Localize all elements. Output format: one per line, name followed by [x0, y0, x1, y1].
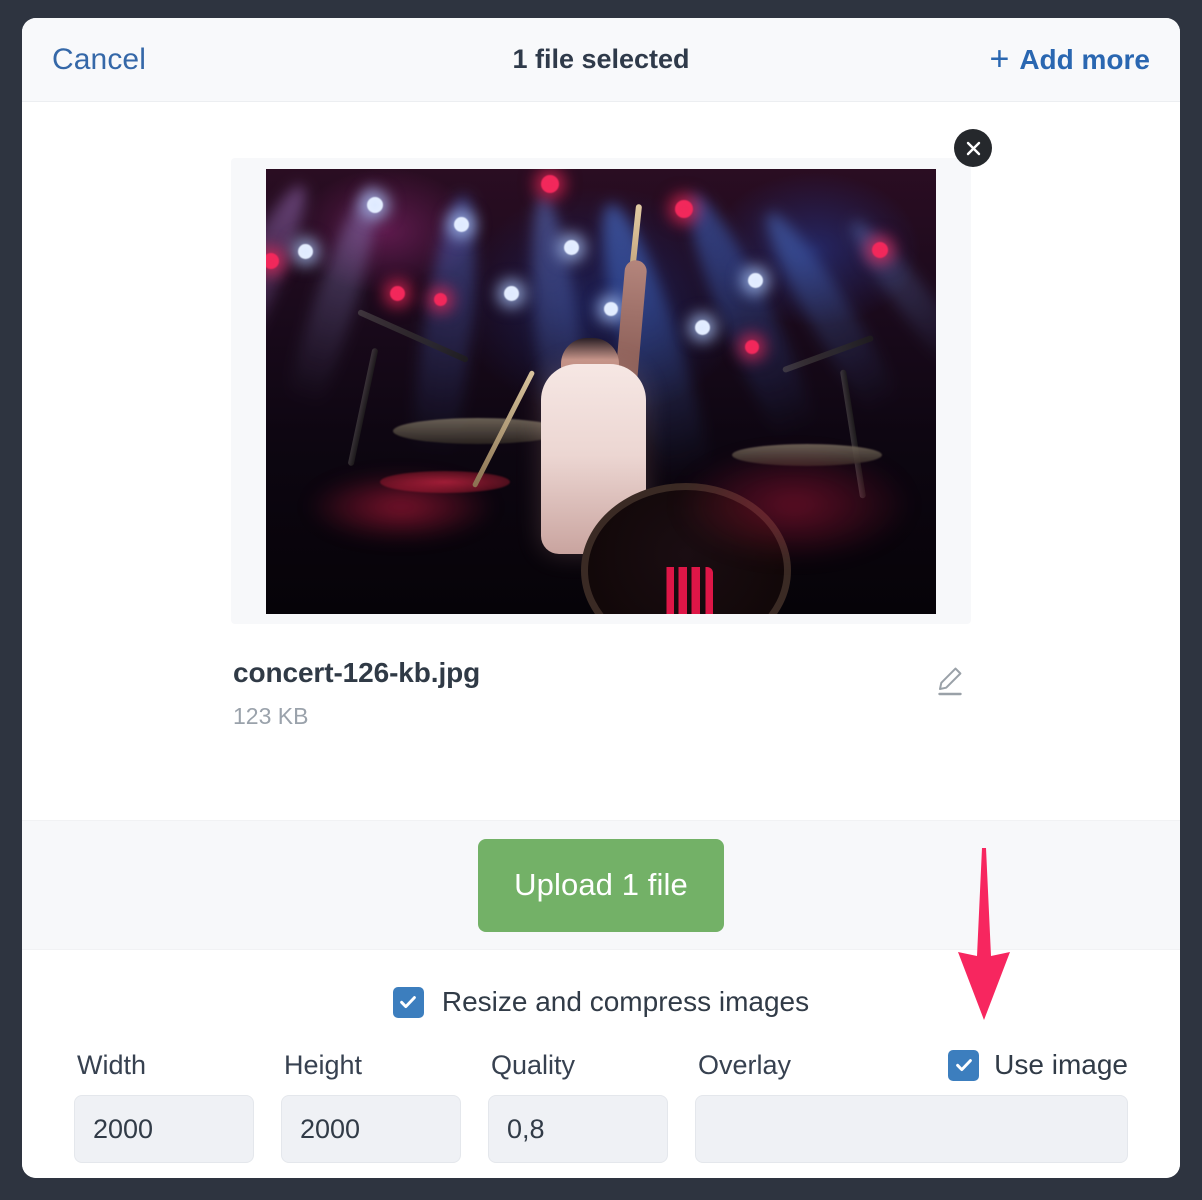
resize-and-compress-label: Resize and compress images — [441, 986, 810, 1017]
file-preview-image[interactable] — [266, 168, 936, 614]
file-name: concert-126-kb.jpg — [233, 657, 481, 688]
file-text-block: concert-126-kb.jpg 123 KB — [233, 657, 931, 730]
overlay-input[interactable] — [695, 1095, 1128, 1163]
use-image-label: Use image — [994, 1049, 1128, 1080]
height-input[interactable] — [281, 1095, 461, 1163]
stage-photo — [266, 168, 936, 614]
modal-header: Cancel 1 file selected + Add more — [22, 18, 1180, 102]
checkmark-icon — [955, 1059, 972, 1072]
close-icon — [966, 141, 980, 155]
width-input[interactable] — [74, 1095, 254, 1163]
file-metadata: concert-126-kb.jpg 123 KB — [231, 624, 971, 730]
pencil-edit-icon — [938, 667, 962, 696]
use-image-checkbox[interactable] — [948, 1049, 980, 1081]
width-label: Width — [77, 1050, 147, 1080]
add-more-button[interactable]: + Add more — [989, 39, 1150, 78]
file-size: 123 KB — [233, 703, 309, 729]
use-image-option: Use image — [948, 1049, 1128, 1081]
plus-icon: + — [989, 39, 1010, 78]
add-more-label: Add more — [1019, 43, 1150, 75]
overlay-field-group: Overlay Use image — [695, 1049, 1128, 1163]
overlay-label-row: Overlay Use image — [695, 1049, 1128, 1081]
quality-label: Quality — [491, 1050, 576, 1080]
remove-file-button[interactable] — [954, 129, 992, 167]
upload-button[interactable]: Upload 1 file — [478, 838, 724, 932]
file-thumbnail-container — [231, 129, 992, 624]
checkmark-icon — [400, 996, 417, 1009]
width-field-group: Width — [74, 1050, 254, 1163]
resize-and-compress-checkbox[interactable] — [392, 986, 424, 1018]
height-label: Height — [284, 1050, 363, 1080]
overlay-label: Overlay — [698, 1049, 792, 1080]
upload-action-bar: Upload 1 file — [22, 820, 1180, 950]
file-list: concert-126-kb.jpg 123 KB — [22, 102, 1180, 820]
quality-field-group: Quality — [488, 1050, 668, 1163]
height-field-group: Height — [281, 1050, 461, 1163]
cancel-button[interactable]: Cancel — [52, 43, 146, 77]
edit-file-button[interactable] — [931, 661, 969, 704]
file-upload-modal: Cancel 1 file selected + Add more concer… — [22, 18, 1180, 1178]
quality-input[interactable] — [488, 1095, 668, 1163]
screen-root: Cancel 1 file selected + Add more concer… — [0, 0, 1202, 1200]
image-settings-fields: Width Height Quality Overlay — [22, 1018, 1180, 1163]
resize-option-row: Resize and compress images — [22, 986, 1180, 1018]
file-item: concert-126-kb.jpg 123 KB — [231, 129, 992, 730]
image-options-panel: Resize and compress images Width Height … — [22, 950, 1180, 1178]
